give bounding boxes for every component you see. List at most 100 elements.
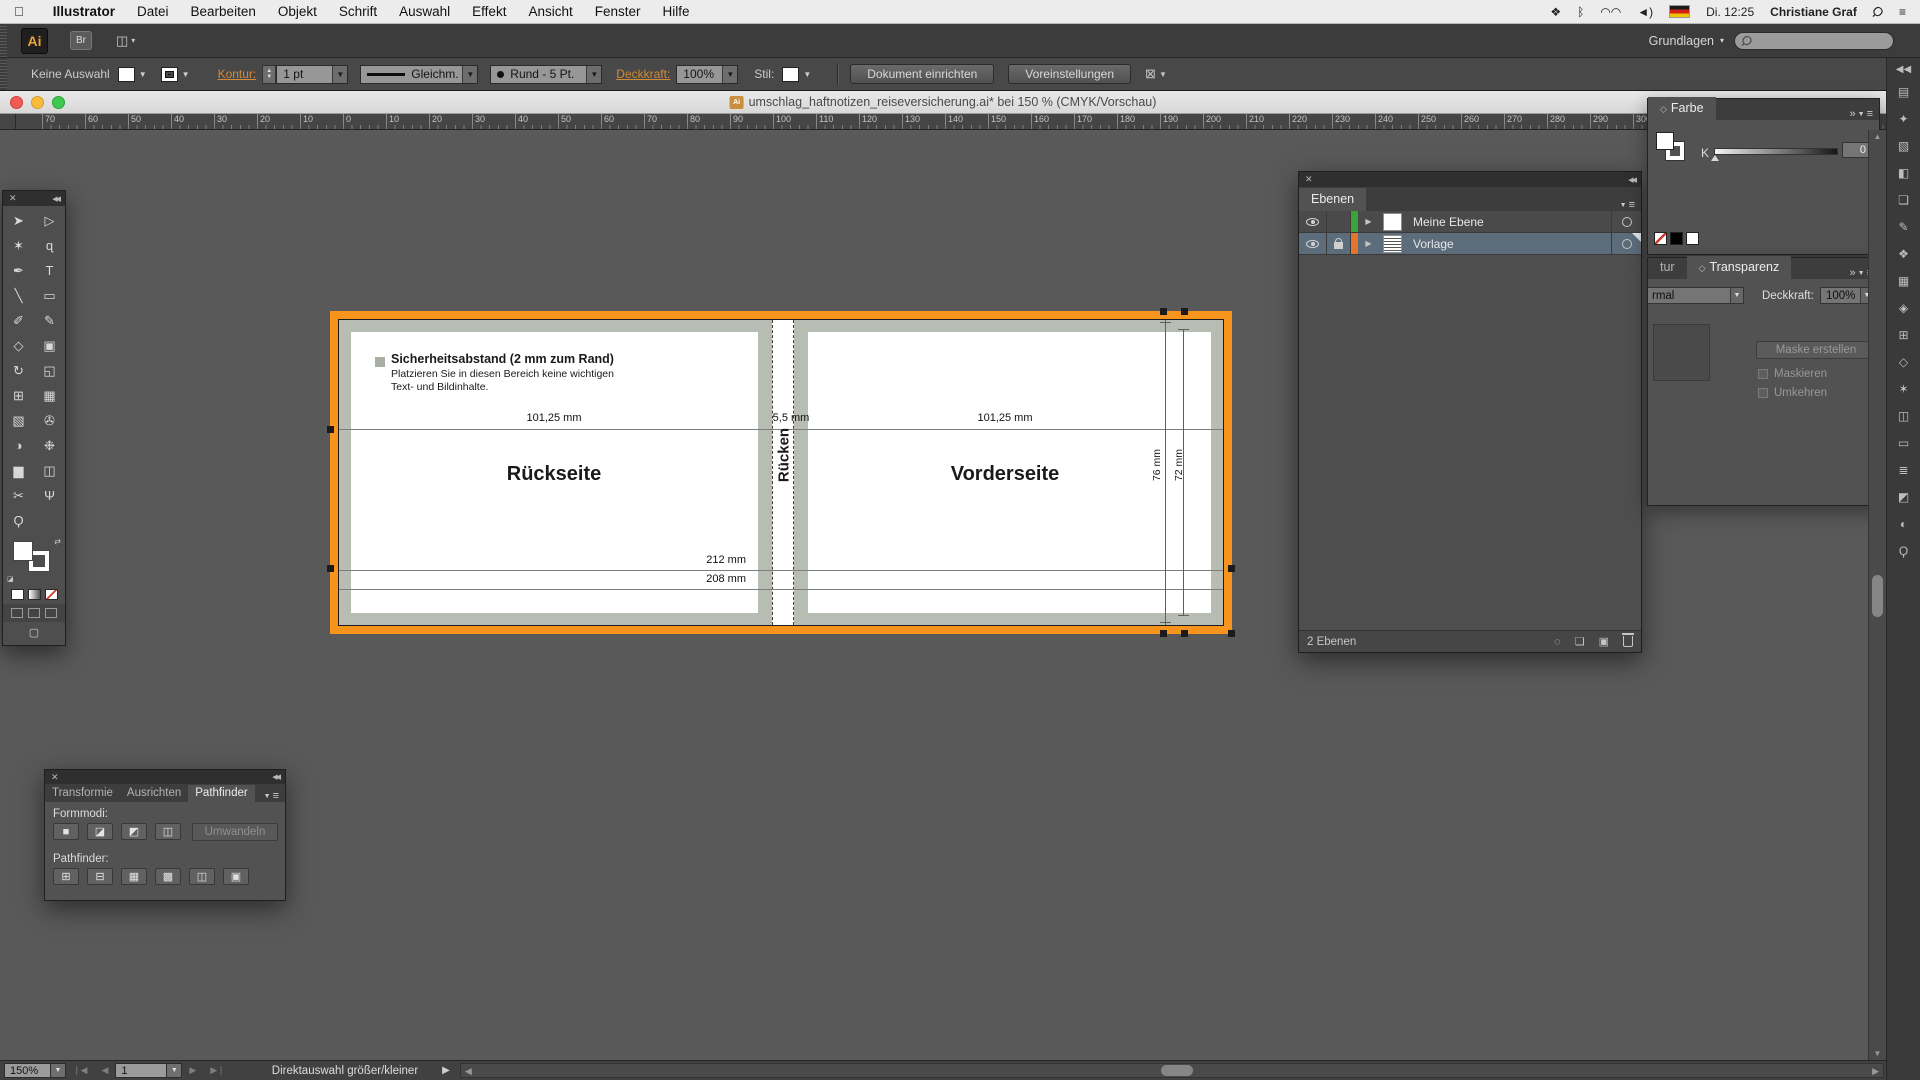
pathfinder-outline[interactable]: ◫ <box>189 868 215 885</box>
eyedropper-tool[interactable]: ✇ <box>34 408 65 433</box>
ruler-origin-corner[interactable] <box>0 114 16 130</box>
close-panel-icon[interactable]: ✕ <box>51 772 59 783</box>
zoom-tool[interactable]: Ϙ <box>3 508 34 533</box>
dock-icon-color[interactable]: ✦ <box>1894 110 1914 128</box>
search-input[interactable]: Ϙ <box>1734 32 1894 50</box>
menu-auswahl[interactable]: Auswahl <box>388 4 461 19</box>
column-graph-tool[interactable]: ▆ <box>3 458 34 483</box>
preferences-button[interactable]: Voreinstellungen <box>1008 64 1131 84</box>
layer-row-vorlage[interactable]: ▶ Vorlage <box>1299 233 1641 255</box>
hand-tool[interactable]: Ψ <box>34 483 65 508</box>
dock-icon-artboards[interactable]: ◫ <box>1894 407 1914 425</box>
spotlight-icon[interactable]: Ϙ <box>1869 3 1887 21</box>
tab-ausrichten[interactable]: Ausrichten <box>120 785 188 802</box>
close-panel-icon[interactable]: ✕ <box>9 193 17 204</box>
keyboard-layout-flag-icon[interactable] <box>1669 5 1690 18</box>
shape-mode-unite[interactable]: ■ <box>53 823 79 840</box>
direct-selection-tool[interactable]: ▷ <box>34 208 65 233</box>
workspace-switcher[interactable]: Grundlagen▾ <box>1649 34 1724 48</box>
layer-name[interactable]: Meine Ebene <box>1406 211 1611 232</box>
opacity-combo[interactable]: 100%▼ <box>676 65 738 84</box>
kontur-link[interactable]: Kontur: <box>218 67 257 81</box>
rectangle-tool[interactable]: ▭ <box>34 283 65 308</box>
fill-swatch[interactable] <box>118 67 135 82</box>
style-swatch[interactable] <box>782 67 799 82</box>
pen-tool[interactable]: ✒ <box>3 258 34 283</box>
dock-icon-pathfinder[interactable]: ⊞ <box>1894 326 1914 344</box>
make-mask-button[interactable]: Maske erstellen <box>1756 341 1876 359</box>
selection-handle[interactable] <box>327 565 334 572</box>
collapse-panel-icon[interactable]: ◀◀ <box>1628 176 1635 184</box>
perspective-grid-tool[interactable]: ⊞ <box>3 383 34 408</box>
draw-inside-button[interactable] <box>45 608 57 618</box>
collapse-panel-icon[interactable]: ◀◀ <box>52 195 59 203</box>
close-window-button[interactable] <box>10 96 23 109</box>
none-swatch[interactable] <box>1654 232 1667 245</box>
symbol-sprayer-tool[interactable]: ❉ <box>34 433 65 458</box>
stroke-dropdown-icon[interactable]: ▼ <box>178 70 194 79</box>
selection-handle[interactable] <box>1160 630 1167 637</box>
close-panel-icon[interactable]: ✕ <box>1305 174 1313 185</box>
collapse-panel-icon[interactable]: ◀◀ <box>272 773 279 781</box>
vertical-scrollbar[interactable]: ▲ ▼ <box>1868 130 1886 1060</box>
style-dropdown-icon[interactable]: ▼ <box>799 70 815 79</box>
status-options-icon[interactable]: ▶ <box>442 1065 450 1076</box>
k-slider[interactable] <box>1714 148 1838 155</box>
line-segment-tool[interactable]: ╲ <box>3 283 34 308</box>
dock-icon-paragraph[interactable]: ◐ <box>1894 515 1914 533</box>
paintbrush-tool[interactable]: ✐ <box>3 308 34 333</box>
fill-proxy[interactable] <box>1656 132 1674 150</box>
dock-icon-gradient[interactable]: ▧ <box>1894 137 1914 155</box>
artboard-tool[interactable]: ◫ <box>34 458 65 483</box>
layer-name[interactable]: Vorlage <box>1406 233 1611 254</box>
selection-handle[interactable] <box>1228 565 1235 572</box>
bluetooth-icon[interactable]: ᛒ <box>1577 5 1584 19</box>
menubar-clock[interactable]: Di. 12:25 <box>1706 5 1754 19</box>
menu-effekt[interactable]: Effekt <box>461 4 517 19</box>
artboard-number-field[interactable]: 1 <box>115 1063 167 1078</box>
tab-pathfinder[interactable]: Pathfinder <box>188 785 254 802</box>
scroll-down-icon[interactable]: ▼ <box>1869 1049 1886 1058</box>
dock-icon-stroke[interactable]: ◧ <box>1894 164 1914 182</box>
menu-illustrator[interactable]: Illustrator <box>42 4 126 19</box>
k-slider-handle[interactable] <box>1711 155 1719 161</box>
new-layer-icon[interactable]: ▣ <box>1599 635 1609 648</box>
shape-mode-minus-front[interactable]: ◪ <box>87 823 113 840</box>
disclosure-triangle-icon[interactable]: ▶ <box>1358 233 1379 254</box>
artboard-dropdown-icon[interactable]: ▼ <box>167 1063 182 1078</box>
horizontal-scrollbar[interactable]: ◀ ▶ <box>460 1063 1884 1078</box>
new-sublayer-icon[interactable]: ❏ <box>1575 635 1585 648</box>
stroke-width-combo[interactable]: 1 pt▼ <box>276 65 348 84</box>
selection-handle[interactable] <box>1160 308 1167 315</box>
previous-artboard-icon[interactable]: ◀ <box>101 1065 108 1076</box>
layer-row-meine-ebene[interactable]: ▶ Meine Ebene <box>1299 211 1641 233</box>
fill-indicator[interactable] <box>13 541 33 561</box>
menu-ansicht[interactable]: Ansicht <box>517 4 583 19</box>
tab-transparenz[interactable]: ◇Transparenz <box>1687 256 1792 279</box>
invert-mask-checkbox[interactable]: Umkehren <box>1758 387 1827 399</box>
menubar-user[interactable]: Christiane Graf <box>1770 5 1857 19</box>
gradient-tool[interactable]: ▧ <box>3 408 34 433</box>
selection-tool[interactable]: ➤ <box>3 208 34 233</box>
menu-schrift[interactable]: Schrift <box>328 4 388 19</box>
dock-icon-appearance[interactable]: ❏ <box>1894 191 1914 209</box>
pathfinder-merge[interactable]: ▦ <box>121 868 147 885</box>
shape-mode-intersect[interactable]: ◩ <box>121 823 147 840</box>
zoom-window-button[interactable] <box>52 96 65 109</box>
dock-icon-swatches[interactable]: ▤ <box>1894 83 1914 101</box>
pathfinder-trim[interactable]: ⊟ <box>87 868 113 885</box>
arrange-documents-button[interactable]: ◫▾ <box>116 33 135 49</box>
scroll-right-icon[interactable]: ▶ <box>1872 1066 1879 1077</box>
selection-handle[interactable] <box>1181 630 1188 637</box>
artboard[interactable]: Sicherheitsabstand (2 mm zum Rand) Platz… <box>330 311 1232 634</box>
white-swatch[interactable] <box>1686 232 1699 245</box>
width-tool[interactable]: ◇ <box>3 333 34 358</box>
type-tool[interactable]: T <box>34 258 65 283</box>
menu-hilfe[interactable]: Hilfe <box>652 4 701 19</box>
pencil-tool[interactable]: ✎ <box>34 308 65 333</box>
menu-bearbeiten[interactable]: Bearbeiten <box>180 4 267 19</box>
blend-tool[interactable]: ◑ <box>3 433 34 458</box>
zoom-dropdown-icon[interactable]: ▼ <box>51 1063 66 1078</box>
gradient-button[interactable] <box>28 589 41 600</box>
scale-tool[interactable]: ◱ <box>34 358 65 383</box>
